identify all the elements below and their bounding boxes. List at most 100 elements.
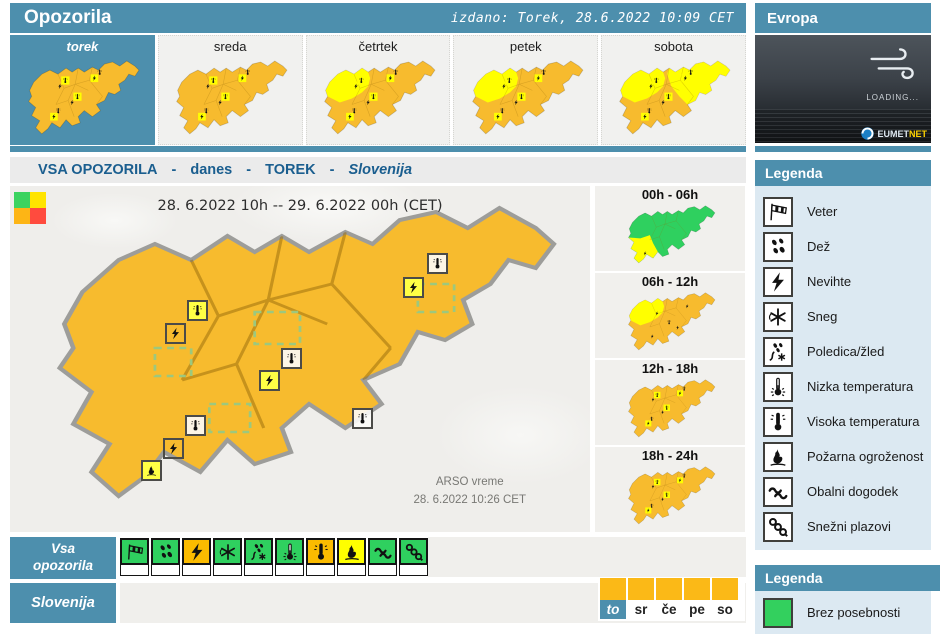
mini-day-square: [712, 578, 738, 600]
legend-item: Nevihte: [763, 264, 931, 299]
slovenia-minimap: [454, 56, 597, 144]
time-interval-maps: 00h - 06h 06h - 12h 12h - 18h 18h - 24h: [595, 186, 745, 532]
europe-header-label: Evropa: [767, 10, 818, 27]
warning-type-filter-button[interactable]: [244, 538, 273, 576]
day-tab[interactable]: sreda: [158, 35, 303, 145]
mini-day-label: so: [712, 600, 738, 619]
mini-day-label: pe: [684, 600, 710, 619]
legend2-header: Legenda: [755, 565, 940, 591]
legend-item-label: Visoka temperatura: [807, 414, 920, 429]
legend-item: Sneg: [763, 299, 931, 334]
filter-strip: [182, 565, 211, 576]
eumetnet-swirl-icon: [860, 126, 875, 141]
mini-day-button[interactable]: to: [600, 577, 626, 621]
mini-day-button[interactable]: če: [656, 577, 682, 621]
legend-item-label: Nevihte: [807, 274, 851, 289]
hightemp-warning-icon: [187, 300, 208, 321]
legend-item: Visoka temperatura: [763, 404, 931, 439]
filter-strip: [151, 565, 180, 576]
hightemp-warning-icon: [281, 348, 302, 369]
legend-icon-box: [763, 267, 793, 297]
mini-day-button[interactable]: so: [712, 577, 738, 621]
fire-warning-icon: [141, 460, 162, 481]
warning-type-filter-button[interactable]: [368, 538, 397, 576]
thunder-warning-icon: [163, 438, 184, 459]
filter-strip: [337, 565, 366, 576]
legend2-body: Brez posebnosti: [755, 591, 931, 634]
legend-item-label: Veter: [807, 204, 837, 219]
day-tabs: torek sreda četrtek petek sobota: [10, 35, 746, 145]
slovenia-minimap: [595, 289, 745, 358]
filter-strip: [399, 565, 428, 576]
legend-icon: [767, 446, 789, 468]
time-interval-map[interactable]: 18h - 24h: [595, 447, 745, 532]
legend-panel: Legenda Veter Dež: [755, 160, 931, 550]
all-warnings-filter-button[interactable]: Vsa opozorila: [10, 537, 116, 579]
warning-type-icon: [151, 538, 180, 565]
slovenia-minimap: [595, 202, 745, 271]
separator-bar: [755, 146, 931, 152]
legend-item-label: Snežni plazovi: [807, 519, 891, 534]
time-interval-map[interactable]: 06h - 12h: [595, 273, 745, 358]
time-interval-map[interactable]: 12h - 18h: [595, 360, 745, 445]
slovenia-minimap: [602, 56, 745, 144]
filter-strip: [120, 565, 149, 576]
legend-header: Legenda: [755, 160, 931, 186]
warning-type-icon: [399, 538, 428, 565]
day-tab[interactable]: sobota: [601, 35, 746, 145]
warning-type-filter-button[interactable]: [151, 538, 180, 576]
eumetnet-logo: EUMETNET: [860, 126, 928, 141]
warnings-region: Slovenija: [348, 162, 412, 178]
warning-type-filter-button[interactable]: [213, 538, 242, 576]
mini-day-button[interactable]: pe: [684, 577, 710, 621]
page: Opozorila izdano: Torek, 28.6.2022 10:09…: [0, 0, 940, 634]
map-source: ARSO vreme: [413, 474, 526, 492]
time-interval-label: 00h - 06h: [595, 187, 745, 202]
slovenia-minimap: [11, 56, 154, 144]
legend-icon-box: [763, 477, 793, 507]
warning-type-filter-button[interactable]: [399, 538, 428, 576]
warning-type-filters: [120, 538, 428, 576]
legend-icon-box: [763, 512, 793, 542]
europe-header[interactable]: Evropa: [755, 3, 931, 33]
slovenia-minimap: [595, 463, 745, 532]
day-tab-label: četrtek: [307, 39, 450, 56]
thunder-warning-icon: [165, 323, 186, 344]
day-tab[interactable]: petek: [453, 35, 598, 145]
main-map-panel: 28. 6.2022 10h -- 29. 6.2022 00h (CET) A…: [10, 186, 590, 532]
mini-day-square: [656, 578, 682, 600]
slovenia-minimap: [595, 376, 745, 445]
warning-type-filter-button[interactable]: [120, 538, 149, 576]
legend-item-label: Sneg: [807, 309, 837, 324]
filter-strip: [244, 565, 273, 576]
day-tab-label: torek: [11, 39, 154, 56]
time-interval-map[interactable]: 00h - 06h: [595, 186, 745, 271]
warning-type-icon: [213, 538, 242, 565]
europe-preview-image[interactable]: LOADING... EUMETNET: [755, 35, 931, 143]
legend-icon-box: [763, 302, 793, 332]
warning-type-filter-button[interactable]: [182, 538, 211, 576]
day-tab[interactable]: torek: [10, 35, 155, 145]
legend-icon: [767, 376, 789, 398]
warnings-title: VSA OPOZORILA: [38, 162, 158, 178]
legend-icon: [767, 411, 789, 433]
day-tab-label: sobota: [602, 39, 745, 56]
mini-day-square: [628, 578, 654, 600]
mini-day-button[interactable]: sr: [628, 577, 654, 621]
filler: [428, 537, 746, 577]
hightemp-warning-icon: [185, 415, 206, 436]
mini-day-label: sr: [628, 600, 654, 619]
warning-type-icon: [368, 538, 397, 565]
warning-type-filter-button[interactable]: [275, 538, 304, 576]
legend-icon: [767, 306, 789, 328]
hightemp-warning-icon: [427, 253, 448, 274]
no-warning-label: Brez posebnosti: [807, 605, 900, 620]
day-tab[interactable]: četrtek: [306, 35, 451, 145]
slovenia-minimap: [307, 56, 450, 144]
app-header: Opozorila izdano: Torek, 28.6.2022 10:09…: [10, 3, 746, 33]
warning-type-filter-button[interactable]: [306, 538, 335, 576]
warning-type-filter-button[interactable]: [337, 538, 366, 576]
region-filter-button[interactable]: Slovenija: [10, 583, 116, 623]
warnings-title-bar: VSA OPOZORILA - danes - TOREK - Slovenij…: [10, 157, 746, 183]
legend-item-label: Dež: [807, 239, 830, 254]
